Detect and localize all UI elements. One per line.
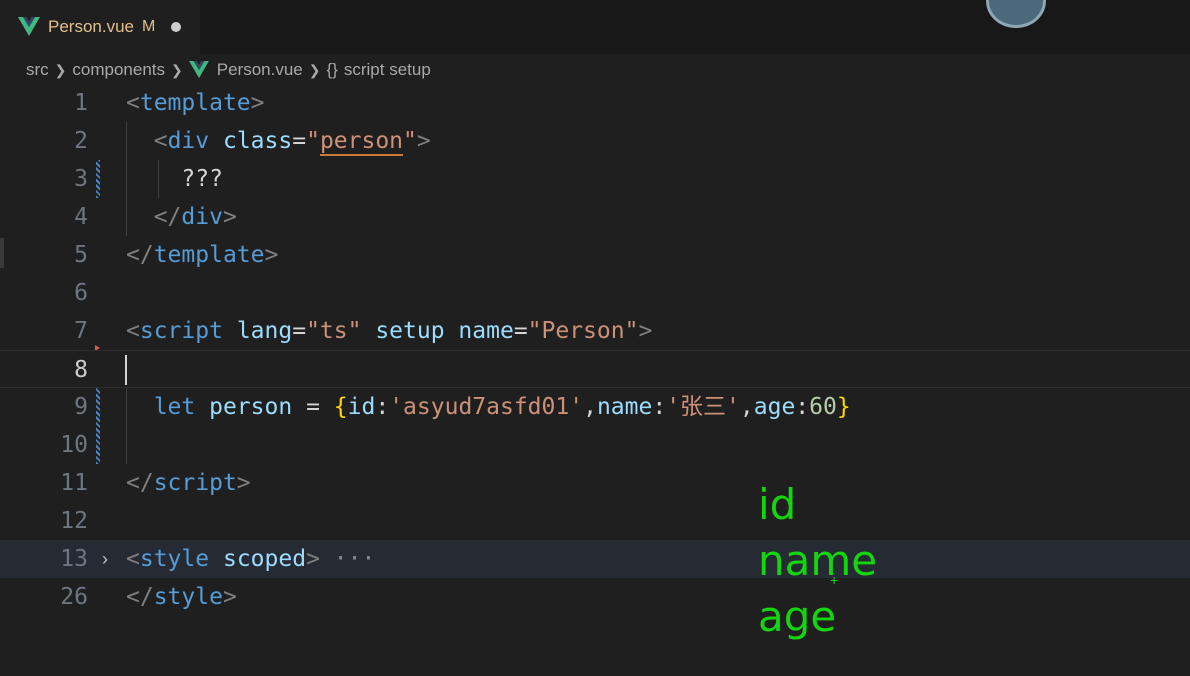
code-line[interactable]: 1 <template> (0, 84, 1190, 122)
code-text: <script lang="ts" setup name="Person"> (126, 318, 653, 344)
tab-person-vue[interactable]: Person.vue M (0, 0, 200, 54)
fold-chevron-icon[interactable]: › (102, 540, 108, 578)
code-line[interactable]: 2 <div class="person"> (0, 122, 1190, 160)
code-text: <template> (126, 90, 265, 116)
line-number: 6 (74, 280, 88, 306)
code-text: </div> (153, 204, 237, 230)
line-number: 26 (60, 584, 88, 610)
tab-modified-badge: M (142, 18, 156, 35)
code-line[interactable]: 4 </div> (0, 198, 1190, 236)
code-text: <div class="person"> (153, 128, 431, 156)
code-text: </script> (126, 470, 251, 496)
line-number: 3 (74, 166, 88, 192)
code-text: let person = {id:'asyud7asfd01',name:'张三… (153, 394, 851, 420)
code-line-folded[interactable]: 13 › <style scoped> ··· (0, 540, 1190, 578)
line-number: 1 (74, 90, 88, 116)
chevron-right-icon: ❯ (171, 61, 183, 78)
tab-bar: Person.vue M (0, 0, 1190, 54)
line-number: 12 (60, 508, 88, 534)
spelling-squiggle: person (319, 128, 404, 156)
breadcrumb-person-vue[interactable]: Person.vue (217, 60, 303, 80)
code-line[interactable]: 26 </style> (0, 578, 1190, 616)
tab-filename: Person.vue (48, 17, 134, 36)
unsaved-dot-icon[interactable] (171, 22, 182, 32)
annotation-name: name (758, 536, 878, 585)
code-text: ??? (181, 166, 223, 192)
line-number: 5 (74, 242, 88, 268)
line-number: 4 (74, 204, 88, 230)
breadcrumb-src[interactable]: src (26, 60, 49, 80)
code-line-current[interactable]: 8 (0, 350, 1190, 388)
line-number: 7 (74, 318, 88, 344)
code-editor: Person.vue M src ❯ components ❯ Person.v… (0, 0, 1190, 676)
text-cursor (125, 355, 127, 385)
code-line[interactable]: 10 (0, 426, 1190, 464)
code-line[interactable]: 5 </template> (0, 236, 1190, 274)
code-line[interactable]: 12 (0, 502, 1190, 540)
breadcrumb-components[interactable]: components (72, 60, 165, 80)
braces-icon: {} (326, 60, 338, 79)
vue-file-icon (188, 61, 209, 79)
code-line[interactable]: 11 </script> (0, 464, 1190, 502)
code-line[interactable]: 6 (0, 274, 1190, 312)
line-number: 2 (74, 128, 88, 154)
chevron-right-icon: ❯ (54, 61, 67, 78)
code-text: <style scoped> ··· (126, 546, 376, 572)
vue-file-icon (18, 17, 40, 36)
breadcrumb-script-setup[interactable]: script setup (344, 60, 431, 80)
line-number: 8 (74, 357, 88, 383)
annotation-age: age (758, 592, 837, 641)
code-text: </style> (126, 584, 237, 610)
line-number: 13 (60, 546, 88, 572)
code-text: </template> (126, 242, 279, 268)
mouse-crosshair-icon: + (830, 572, 839, 588)
code-line[interactable]: 3 ??? (0, 160, 1190, 198)
line-number: 9 (74, 394, 88, 420)
code-line[interactable]: 7 <script lang="ts" setup name="Person"> (0, 312, 1190, 350)
code-line[interactable]: 9 let person = {id:'asyud7asfd01',name:'… (0, 388, 1190, 426)
recording-avatar (986, 0, 1046, 28)
breadcrumb: src ❯ components ❯ Person.vue ❯ {} scrip… (26, 56, 431, 84)
line-number: 11 (60, 470, 88, 496)
annotation-id: id (758, 480, 797, 529)
chevron-right-icon: ❯ (308, 61, 321, 78)
line-number: 10 (60, 432, 88, 458)
folded-ellipsis: ··· (333, 546, 376, 572)
